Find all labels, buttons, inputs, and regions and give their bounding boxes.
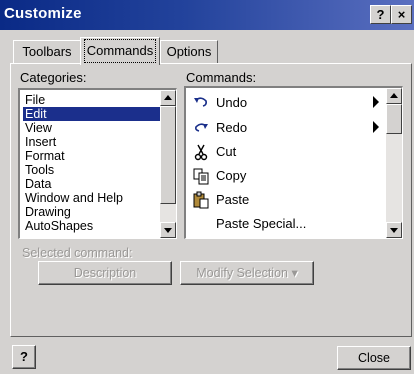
category-item[interactable]: File	[23, 93, 160, 107]
close-button[interactable]: Close	[337, 346, 411, 370]
scroll-down-button[interactable]	[386, 222, 402, 238]
scroll-up-button[interactable]	[160, 90, 176, 106]
command-label: Undo	[216, 95, 248, 110]
category-item[interactable]: AutoShapes	[23, 219, 160, 233]
copy-icon	[192, 167, 210, 185]
paste-icon	[192, 191, 210, 209]
categories-label: Categories:	[20, 70, 87, 85]
tab-options[interactable]: Options	[160, 40, 218, 63]
tab-toolbars[interactable]: Toolbars	[13, 40, 81, 63]
tab-options-label: Options	[166, 44, 212, 59]
command-label: Cut	[216, 144, 237, 159]
command-label: Copy	[216, 168, 247, 183]
categories-scrollbar[interactable]	[160, 90, 176, 238]
title-bar[interactable]: Customize ? ×	[0, 0, 414, 30]
selected-command-label: Selected command:	[22, 246, 133, 260]
scroll-thumb[interactable]	[160, 106, 176, 204]
commands-list[interactable]: Undo Redo Cut Copy Paste Paste Special..…	[184, 86, 403, 239]
tab-commands-label: Commands	[83, 39, 157, 63]
command-item-undo[interactable]: Undo	[190, 92, 380, 114]
submenu-arrow-icon	[373, 121, 379, 133]
tab-commands[interactable]: Commands	[80, 37, 160, 65]
modify-selection-button[interactable]: Modify Selection ▾	[180, 261, 314, 285]
command-label: Paste Special...	[216, 216, 307, 231]
redo-icon	[192, 119, 210, 137]
arrow-up-icon	[164, 95, 172, 100]
undo-icon	[192, 94, 210, 112]
category-item[interactable]: Drawing	[23, 205, 160, 219]
category-item[interactable]: Insert	[23, 135, 160, 149]
command-item-cut[interactable]: Cut	[190, 141, 380, 163]
category-item[interactable]: Window and Help	[23, 191, 160, 205]
arrow-down-icon	[390, 228, 398, 233]
tab-toolbars-label: Toolbars	[22, 44, 72, 59]
command-item-paste[interactable]: Paste	[190, 189, 380, 211]
command-item-copy[interactable]: Copy	[190, 165, 380, 187]
category-item[interactable]: Tools	[23, 163, 160, 177]
help-button[interactable]: ?	[12, 345, 36, 369]
submenu-arrow-icon	[373, 96, 379, 108]
scroll-down-button[interactable]	[160, 222, 176, 238]
category-item[interactable]: Format	[23, 149, 160, 163]
scroll-thumb[interactable]	[386, 104, 402, 134]
customize-dialog: Customize ? × Toolbars Options Commands …	[0, 0, 414, 374]
command-label: Paste	[216, 192, 250, 207]
category-item[interactable]: Data	[23, 177, 160, 191]
window-title: Customize	[4, 5, 82, 22]
scissors-icon	[192, 143, 210, 161]
commands-scrollbar[interactable]	[386, 88, 402, 238]
arrow-down-icon	[164, 228, 172, 233]
commands-label: Commands:	[186, 70, 257, 85]
category-item[interactable]: View	[23, 121, 160, 135]
scroll-up-button[interactable]	[386, 88, 402, 104]
help-title-button[interactable]: ?	[370, 5, 391, 24]
command-item-paste-special[interactable]: Paste Special...	[190, 213, 380, 235]
categories-list[interactable]: File Edit View Insert Format Tools Data …	[18, 88, 177, 239]
command-item-redo[interactable]: Redo	[190, 117, 380, 139]
arrow-up-icon	[390, 93, 398, 98]
category-item-selected[interactable]: Edit	[23, 107, 160, 121]
description-button[interactable]: Description	[38, 261, 172, 285]
command-label: Redo	[216, 120, 248, 135]
close-title-button[interactable]: ×	[391, 5, 412, 24]
